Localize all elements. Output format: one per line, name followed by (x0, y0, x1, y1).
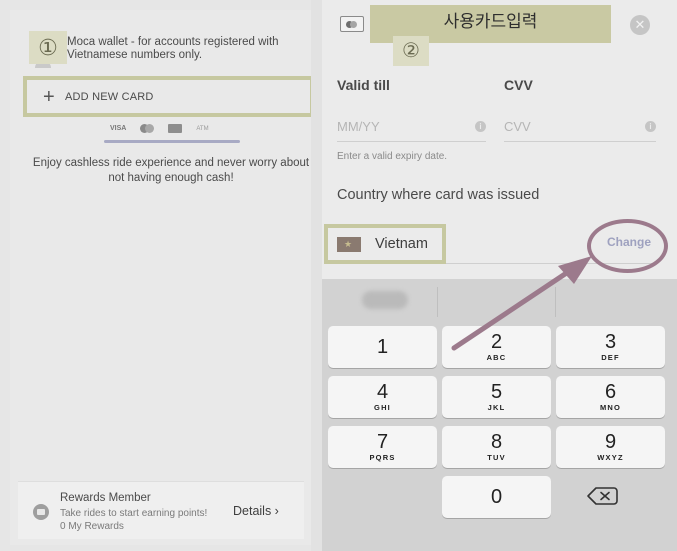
mastercard-logo (140, 124, 155, 133)
key-3[interactable]: 3 DEF (556, 326, 665, 368)
cvv-input[interactable]: CVV i (504, 116, 656, 142)
key-5[interactable]: 5 JKL (442, 376, 551, 418)
step-marker-1: ① (29, 31, 67, 64)
key-2[interactable]: 2 ABC (442, 326, 551, 368)
step-marker-2: ② (393, 36, 429, 66)
rewards-points: 0 My Rewards (60, 521, 124, 532)
keypad-suggestion-bar (322, 279, 677, 321)
backspace-icon[interactable] (584, 484, 624, 508)
key-letters: DEF (601, 353, 620, 362)
add-new-card-label: ADD NEW CARD (65, 90, 154, 103)
rewards-member-banner[interactable]: Rewards Member Take rides to start earni… (18, 481, 304, 539)
key-letters: ABC (486, 353, 507, 362)
key-6[interactable]: 6 MNO (556, 376, 665, 418)
annotation-ring (587, 219, 668, 273)
suggestion-divider (555, 287, 556, 317)
plus-icon: + (43, 85, 55, 108)
key-0[interactable]: 0 (442, 476, 551, 518)
cvv-info-icon[interactable]: i (645, 121, 656, 132)
key-letters: MNO (599, 403, 622, 412)
key-digit: 5 (490, 381, 503, 403)
key-digit: 8 (490, 431, 503, 453)
key-digit: 9 (604, 431, 617, 453)
country-label: Country where card was issued (337, 187, 540, 203)
card-type-icon (340, 16, 364, 32)
rewards-title: Rewards Member (60, 492, 151, 504)
key-7[interactable]: 7 PQRS (328, 426, 437, 468)
numeric-keypad: 1 2 ABC 3 DEF 4 GHI 5 JKL 6 MNO 7 PQRS 8… (322, 279, 677, 551)
keypad-suggestion (362, 291, 408, 309)
panel-divider (311, 0, 322, 551)
rewards-subtitle: Take rides to start earning points! (60, 508, 208, 519)
valid-till-label: Valid till (337, 77, 390, 93)
cvv-placeholder: CVV (504, 119, 531, 134)
visa-logo: VISA (110, 125, 127, 132)
key-9[interactable]: 9 WXYZ (556, 426, 665, 468)
key-digit: 0 (490, 486, 503, 508)
key-letters: JKL (487, 403, 506, 412)
expiry-input[interactable]: MM/YY i (337, 116, 486, 142)
key-1[interactable]: 1 (328, 326, 437, 368)
key-digit: 7 (376, 431, 389, 453)
promo-text: Enjoy cashless ride experience and never… (32, 157, 310, 184)
atm-logo: ATM (196, 125, 209, 132)
suggestion-divider (437, 287, 438, 317)
key-digit: 2 (490, 331, 503, 353)
payment-methods-panel: Moca wallet - for accounts registered wi… (10, 10, 314, 545)
add-card-form-panel: 사용카드입력 ② ✕ Valid till CVV MM/YY i CVV i … (322, 0, 677, 551)
key-digit: 3 (604, 331, 617, 353)
rewards-details-link[interactable]: Details › (233, 504, 279, 518)
expiry-placeholder: MM/YY (337, 119, 380, 134)
expiry-info-icon[interactable]: i (475, 121, 486, 132)
key-digit: 1 (376, 336, 389, 358)
cvv-label: CVV (504, 77, 533, 93)
vietnam-flag-icon (337, 236, 361, 252)
jcb-logo (168, 124, 183, 133)
rewards-icon (33, 504, 49, 520)
screenshot-root: Moca wallet - for accounts registered wi… (0, 0, 677, 551)
key-letters: TUV (487, 453, 506, 462)
close-icon[interactable]: ✕ (630, 15, 650, 35)
key-4[interactable]: 4 GHI (328, 376, 437, 418)
country-value: Vietnam (375, 236, 428, 252)
card-logos: VISA ATM (110, 124, 209, 133)
logos-underline (104, 140, 240, 143)
key-letters: WXYZ (597, 453, 624, 462)
key-letters: GHI (374, 403, 391, 412)
key-digit: 6 (604, 381, 617, 403)
add-new-card-button[interactable]: + ADD NEW CARD (23, 76, 314, 117)
key-digit: 4 (376, 381, 389, 403)
country-field[interactable]: Vietnam (324, 224, 446, 264)
expiry-hint: Enter a valid expiry date. (337, 151, 448, 162)
key-letters: PQRS (369, 453, 396, 462)
key-8[interactable]: 8 TUV (442, 426, 551, 468)
